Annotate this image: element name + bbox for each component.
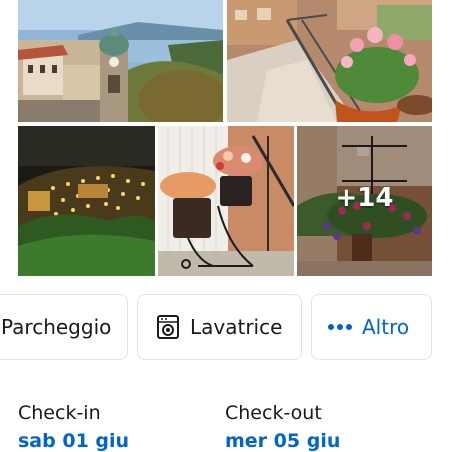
checkin-label: Check-in (18, 402, 101, 424)
amenity-laundry-label: Lavatrice (190, 315, 283, 339)
checkout-label: Check-out (225, 402, 322, 424)
village-night-image (18, 126, 155, 276)
amenity-laundry-chip[interactable]: Lavatrice (137, 294, 302, 360)
gallery-photo-1[interactable] (18, 0, 223, 122)
amenity-more-label: Altro (362, 315, 410, 339)
town-tower-image (18, 0, 223, 122)
amenity-parking-chip[interactable]: Parcheggio (0, 294, 128, 360)
balcony-geraniums-image (227, 0, 432, 122)
more-photos-overlay[interactable]: +14 (297, 126, 432, 276)
gallery-photo-4[interactable] (158, 126, 294, 276)
dots-icon (328, 324, 352, 330)
more-photos-count: +14 (335, 183, 394, 213)
checkout-date[interactable]: mer 05 giu (225, 430, 340, 452)
gallery-photo-2[interactable] (227, 0, 432, 122)
gallery-photo-more[interactable]: +14 (297, 126, 432, 276)
washing-machine-icon (156, 314, 180, 340)
amenity-more-chip[interactable]: Altro (311, 294, 432, 360)
gallery-photo-3[interactable] (18, 126, 155, 276)
checkin-date[interactable]: sab 01 giu (18, 430, 129, 452)
amenity-parking-label: Parcheggio (1, 315, 112, 339)
flower-stand-image (158, 126, 294, 276)
